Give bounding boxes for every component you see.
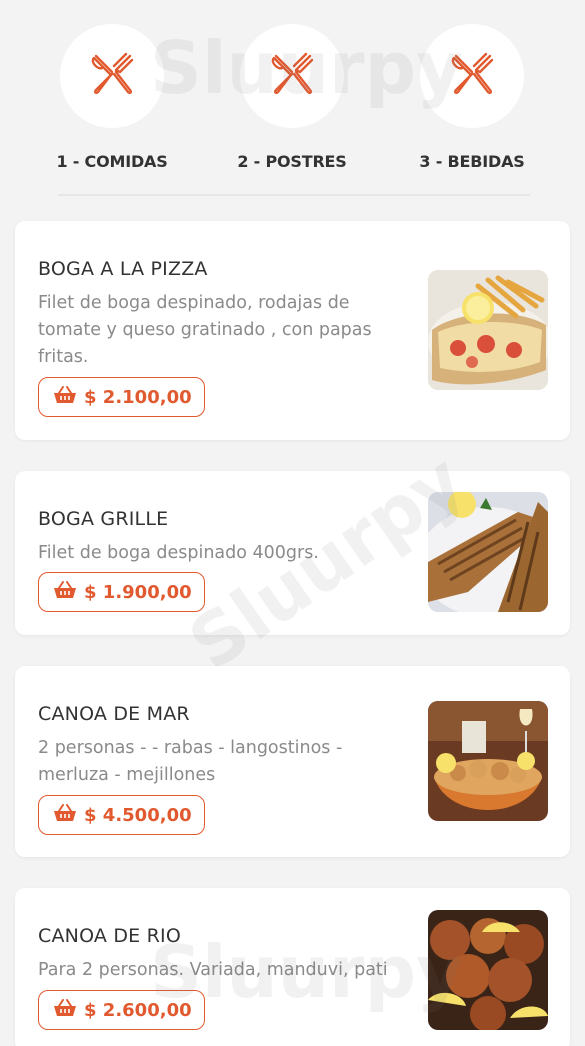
category-comidas-label[interactable]: 1 - COMIDAS bbox=[22, 152, 202, 171]
item-price: $ 2.600,00 bbox=[84, 999, 192, 1021]
fish-pizza-photo bbox=[428, 270, 548, 390]
item-price: $ 4.500,00 bbox=[84, 804, 192, 826]
fork-knife-icon bbox=[86, 48, 138, 104]
menu-item-card[interactable]: CANOA DE RIO Para 2 personas. Variada, m… bbox=[15, 888, 570, 1046]
header-divider bbox=[58, 194, 530, 196]
category-postres-label[interactable]: 2 - POSTRES bbox=[202, 152, 382, 171]
fried-fish-photo bbox=[428, 910, 548, 1030]
menu-item-card[interactable]: BOGA GRILLE Filet de boga despinado 400g… bbox=[15, 471, 570, 635]
price-button[interactable]: $ 1.900,00 bbox=[38, 572, 205, 612]
item-description: Para 2 personas. Variada, manduvi, pati bbox=[38, 960, 388, 980]
item-title: BOGA GRILLE bbox=[38, 508, 169, 530]
item-description: Filet de boga despinado 400grs. bbox=[38, 543, 319, 563]
category-bebidas-button[interactable] bbox=[420, 24, 524, 128]
item-price: $ 2.100,00 bbox=[84, 386, 192, 408]
seafood-platter-photo bbox=[428, 701, 548, 821]
category-comidas-button[interactable] bbox=[60, 24, 164, 128]
basket-icon bbox=[53, 580, 84, 605]
item-title: BOGA A LA PIZZA bbox=[38, 258, 208, 280]
fork-knife-icon bbox=[446, 48, 498, 104]
category-header: 1 - COMIDAS 2 - POSTRES 3 - BEBIDAS bbox=[0, 0, 585, 206]
basket-icon bbox=[53, 803, 84, 828]
price-button[interactable]: $ 2.600,00 bbox=[38, 990, 205, 1030]
item-price: $ 1.900,00 bbox=[84, 581, 192, 603]
price-button[interactable]: $ 2.100,00 bbox=[38, 377, 205, 417]
item-title: CANOA DE RIO bbox=[38, 925, 181, 947]
grilled-fish-photo bbox=[428, 492, 548, 612]
item-description: Filet de boga despinado, rodajas de toma… bbox=[38, 293, 372, 367]
category-bebidas-label[interactable]: 3 - BEBIDAS bbox=[382, 152, 562, 171]
fork-knife-icon bbox=[266, 48, 318, 104]
basket-icon bbox=[53, 998, 84, 1023]
basket-icon bbox=[53, 385, 84, 410]
item-title: CANOA DE MAR bbox=[38, 703, 190, 725]
item-description: 2 personas - - rabas - langostinos - mer… bbox=[38, 738, 343, 785]
menu-item-card[interactable]: BOGA A LA PIZZA Filet de boga despinado,… bbox=[15, 221, 570, 440]
price-button[interactable]: $ 4.500,00 bbox=[38, 795, 205, 835]
menu-item-card[interactable]: CANOA DE MAR 2 personas - - rabas - lang… bbox=[15, 666, 570, 857]
category-postres-button[interactable] bbox=[240, 24, 344, 128]
